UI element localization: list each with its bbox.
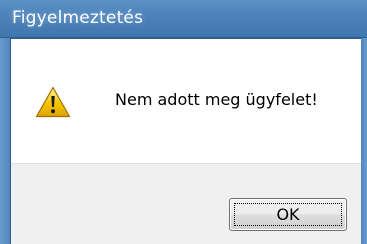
- window-title: Figyelmeztetés: [12, 8, 144, 28]
- ok-button-label: OK: [276, 205, 300, 224]
- dialog-client-area: Nem adott meg ügyfelet! OK: [10, 38, 361, 244]
- warning-dialog: Figyelmeztetés Nem adott meg ügyfelet! O…: [0, 0, 367, 244]
- message-area: Nem adott meg ügyfelet!: [11, 39, 361, 163]
- window-frame-left: [0, 38, 10, 244]
- warning-icon: [35, 86, 71, 118]
- title-bar[interactable]: Figyelmeztetés: [0, 0, 367, 38]
- window-frame-right: [361, 38, 367, 244]
- ok-button[interactable]: OK: [229, 198, 347, 231]
- button-bar: OK: [11, 163, 361, 244]
- message-text: Nem adott meg ügyfelet!: [115, 90, 318, 109]
